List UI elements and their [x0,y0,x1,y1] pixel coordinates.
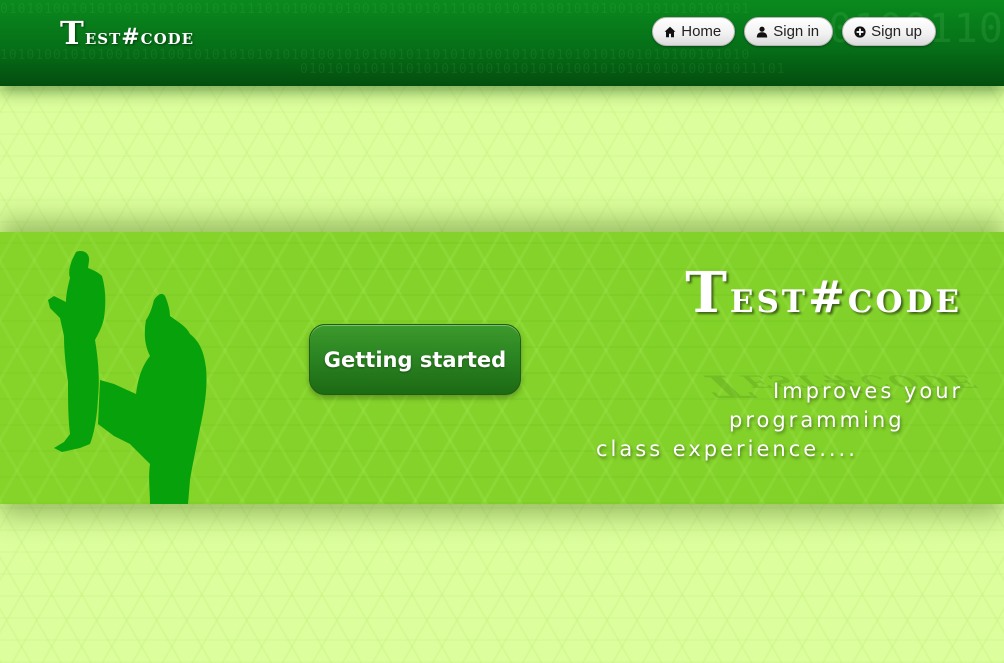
top-navbar: 0101010010101001010100010101110101000101… [0,0,1004,86]
tagline-line-3: class experience.... [596,437,858,461]
logo-rest: est#code [84,24,195,50]
banner-logo-rest: est#code [729,272,962,323]
home-button[interactable]: Home [652,17,736,46]
sign-in-button[interactable]: Sign in [744,17,834,46]
hero-banner: Getting started Test#code Test#code Impr… [0,232,1004,504]
tagline-line-2: programming [729,408,905,432]
banner-logo-first-letter: T [685,260,730,326]
people-silhouette-illustration [48,251,207,504]
standing-person-silhouette [48,251,106,452]
banner-logo: Test#code [685,260,962,326]
sign-up-label: Sign up [871,23,922,40]
main-nav: Home Sign in Sign up [652,17,936,46]
logo-first-letter: T [60,14,85,52]
tagline: Improves your programming class experien… [596,377,996,464]
getting-started-button[interactable]: Getting started [309,324,521,395]
home-icon [664,26,676,37]
seated-person-silhouette [98,293,207,504]
tagline-line-1: Improves your [773,379,964,403]
sign-in-label: Sign in [773,23,820,40]
site-logo[interactable]: Test#code [60,14,194,52]
home-label: Home [681,23,722,40]
user-icon [757,26,768,37]
sign-up-button[interactable]: Sign up [842,17,936,46]
plus-circle-icon [854,25,866,38]
